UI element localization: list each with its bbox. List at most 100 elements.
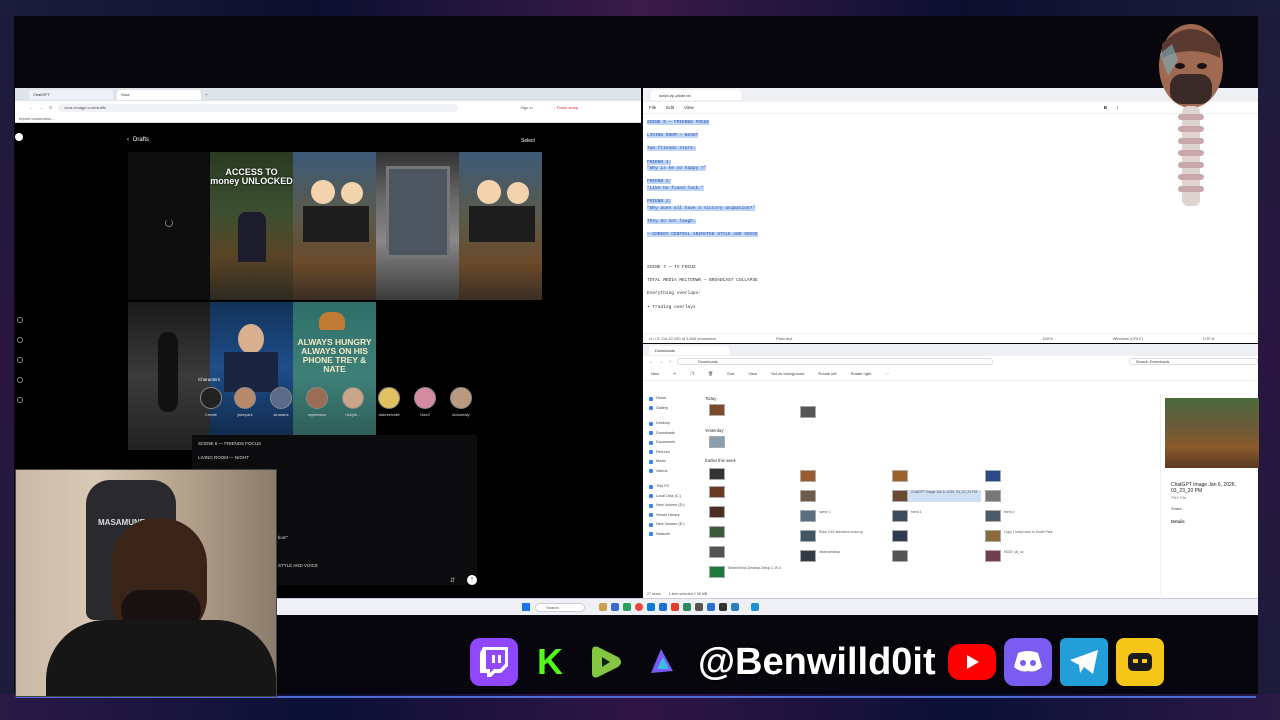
path-bar[interactable]: Downloads (677, 358, 993, 365)
store-icon[interactable] (623, 603, 631, 611)
search-icon[interactable] (17, 337, 23, 343)
activity-icon[interactable] (17, 357, 23, 363)
nav-item[interactable]: Videos (649, 467, 703, 477)
character-avatar[interactable] (234, 387, 256, 409)
file-item[interactable] (985, 490, 1001, 502)
draft-tile[interactable] (210, 302, 293, 450)
file-item[interactable] (709, 404, 725, 416)
app-icon[interactable] (731, 603, 739, 611)
address-bar[interactable]: sora.chatgpt.com/drafts (58, 103, 459, 112)
select-button[interactable]: Select (521, 138, 535, 144)
finish-setup-button[interactable]: Finish setup (557, 105, 579, 110)
nav-item[interactable]: Home (649, 394, 703, 404)
file-item[interactable] (892, 470, 908, 482)
bold-icon[interactable]: B (1104, 105, 1107, 110)
character-avatar[interactable] (378, 387, 400, 409)
file-item-selected[interactable]: ChatGPT Image Jan 6, 2026, 03_23_20 PM (892, 490, 981, 502)
draft-tile[interactable] (459, 152, 542, 300)
nav-item[interactable]: Steam Library (649, 511, 703, 521)
menu-edit[interactable]: Edit (666, 105, 674, 110)
character-avatar[interactable] (306, 387, 328, 409)
menu-view[interactable]: View (684, 105, 694, 110)
file-item[interactable] (800, 490, 816, 502)
browser-tab[interactable]: ChatGPT (29, 89, 113, 100)
draft-tile[interactable]: ALWAYS HUNGRY ALWAYS ON HIS PHONE TREY &… (293, 302, 376, 450)
app-icon[interactable] (695, 603, 703, 611)
file-item[interactable] (709, 486, 725, 498)
menu-file[interactable]: File (649, 105, 656, 110)
share-button[interactable]: Share (1161, 502, 1258, 515)
group-header-today[interactable]: Today (705, 396, 716, 401)
nav-item[interactable]: Downloads (649, 429, 703, 439)
forward-icon[interactable]: → (39, 105, 43, 110)
browser-tab-active[interactable]: Sora (117, 89, 201, 100)
nav-item[interactable]: Gallery (649, 404, 703, 414)
profile-icon[interactable] (17, 397, 23, 403)
submit-arrow-icon[interactable]: ↑ (467, 575, 477, 585)
search-input[interactable]: Search Downloads (1128, 358, 1258, 365)
nav-item[interactable]: Documents (649, 438, 703, 448)
taskbar-search[interactable]: Search (535, 603, 585, 612)
toolbar-rotate-left[interactable]: Rotate left (818, 371, 836, 376)
windows-start-icon[interactable] (522, 603, 530, 611)
nav-item[interactable]: Local Disk (C:) (649, 492, 703, 502)
file-item[interactable] (709, 526, 725, 538)
character-avatar[interactable] (342, 387, 364, 409)
nav-item[interactable]: New Volume (D:) (649, 501, 703, 511)
file-item[interactable]: Robo CAT television close up (800, 530, 889, 542)
file-item[interactable] (709, 468, 725, 480)
settings-slider-icon[interactable]: ⇵ (450, 577, 455, 584)
nav-item[interactable]: Pictures (649, 448, 703, 458)
character-avatar[interactable] (450, 387, 472, 409)
file-item[interactable] (709, 436, 725, 448)
notifications-icon[interactable] (17, 377, 23, 383)
more-options-icon[interactable]: ··· (885, 371, 889, 376)
app-icon[interactable] (671, 603, 679, 611)
cut-icon[interactable]: ✂ (673, 371, 676, 376)
nav-item[interactable]: This PC (649, 482, 703, 492)
file-item[interactable] (985, 470, 1001, 482)
file-item[interactable]: fnerd 1 (892, 510, 922, 522)
toolbar-view[interactable]: View (748, 371, 757, 376)
notepad-icon[interactable] (659, 603, 667, 611)
widgets-icon[interactable] (599, 603, 607, 611)
copy-icon[interactable]: ❐ (690, 371, 694, 376)
create-character-button[interactable] (200, 387, 222, 409)
app-icon[interactable] (707, 603, 715, 611)
file-item[interactable]: HD20_v6_nz (985, 550, 1024, 562)
toolbar-new[interactable]: New (651, 371, 659, 376)
toolbar-rotate-right[interactable]: Rotate right (851, 371, 872, 376)
draft-tile[interactable] (376, 152, 459, 300)
up-icon[interactable]: ↑ (669, 359, 671, 364)
file-item[interactable]: SteamSetup-Desktop-Setup-1.19.0 (709, 566, 808, 578)
app-icon[interactable] (719, 603, 727, 611)
file-item[interactable] (892, 550, 908, 562)
draft-tile[interactable]: ACCESS TO money UNLOCKED (210, 152, 293, 300)
nav-item[interactable]: Network (649, 530, 703, 540)
file-item[interactable] (709, 506, 725, 518)
file-item[interactable] (709, 546, 725, 558)
app-icon[interactable] (683, 603, 691, 611)
back-arrow-icon[interactable]: ‹ (127, 137, 129, 143)
toolbar-sort[interactable]: Sort (727, 371, 734, 376)
character-avatar[interactable] (414, 387, 436, 409)
chrome-icon[interactable] (635, 603, 643, 611)
notepad-tab[interactable]: script-ep-pilote.txt (651, 90, 741, 100)
home-icon[interactable] (17, 317, 23, 323)
draft-tile-loading[interactable] (128, 152, 210, 300)
delete-icon[interactable]: 🗑 (708, 371, 713, 376)
back-icon[interactable]: ← (29, 105, 33, 110)
nav-item[interactable]: New Volume (E:) (649, 520, 703, 530)
obs-icon[interactable] (751, 603, 759, 611)
sign-in-button[interactable]: Sign in (520, 105, 532, 110)
file-explorer-icon[interactable] (611, 603, 619, 611)
character-avatar[interactable] (270, 387, 292, 409)
new-tab-icon[interactable]: + (205, 92, 207, 97)
reload-icon[interactable]: ↻ (49, 105, 52, 110)
sora-logo-icon[interactable] (15, 133, 23, 141)
edge-icon[interactable] (647, 603, 655, 611)
file-item[interactable] (892, 530, 908, 542)
nav-item[interactable]: Music (649, 457, 703, 467)
back-icon[interactable]: ← (649, 359, 653, 364)
file-item[interactable]: steamdesktop (800, 550, 840, 562)
